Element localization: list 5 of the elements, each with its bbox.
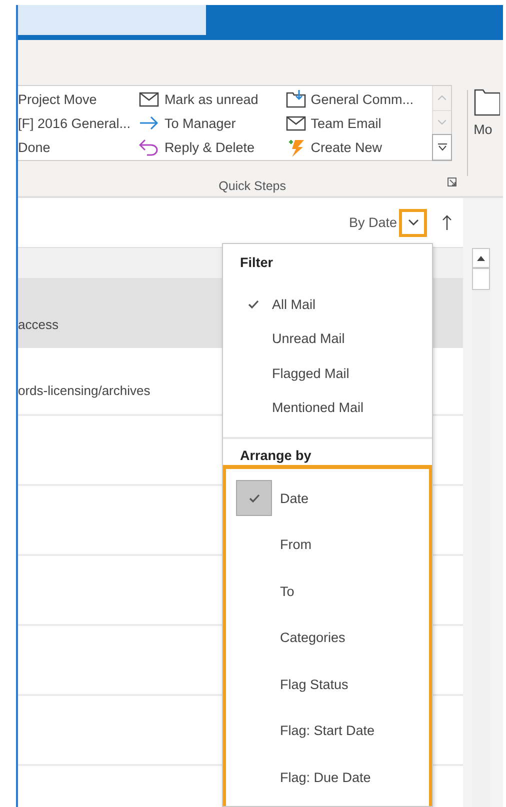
menu-section-title: Filter	[239, 254, 274, 272]
message-text: access	[18, 317, 58, 332]
group-label: Quick Steps	[218, 179, 286, 193]
menu-section-title: Arrange by	[239, 447, 312, 465]
message-text: ords-licensing/archives	[18, 383, 150, 398]
